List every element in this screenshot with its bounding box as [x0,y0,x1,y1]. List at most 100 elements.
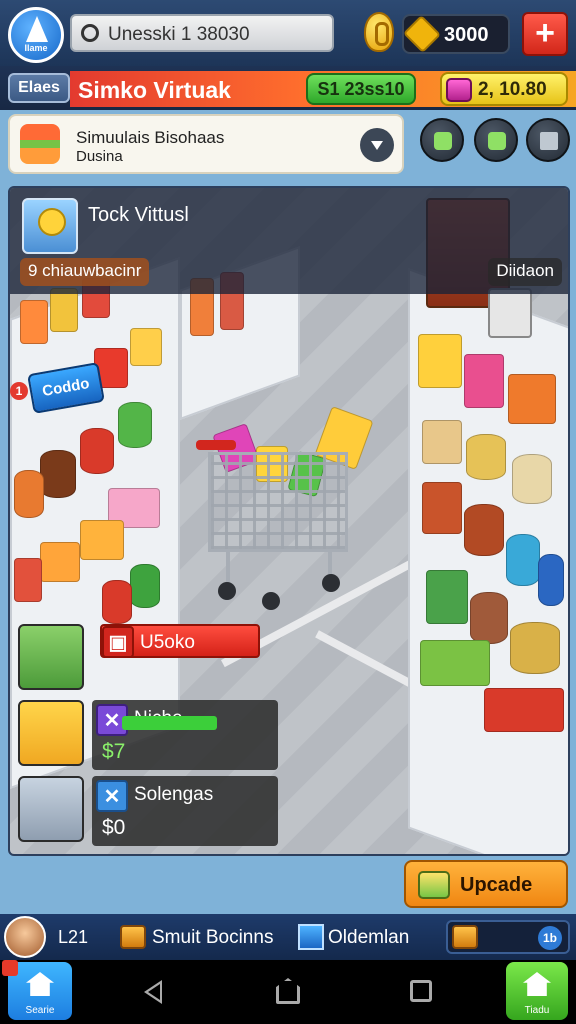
package-icon [452,925,478,949]
product-box [80,520,124,560]
nav-recents-icon[interactable] [410,980,432,1002]
product-can [470,592,508,644]
nav-back-icon[interactable] [144,980,162,1004]
back-button[interactable]: Elaes [8,73,70,103]
product-box [422,482,462,534]
alert-badge[interactable]: 1 [10,382,28,400]
cart-wheel [322,574,340,592]
burger-icon [20,124,60,164]
gem-stat-value: 2, 10.80 [478,79,547,100]
product-box [426,570,468,624]
product-can [506,534,540,586]
top-bar: Ilame Unesski 1 38030 3000 + [0,0,576,66]
product-box [464,354,504,408]
x-icon: ✕ [96,780,128,812]
game-logo-button[interactable]: Ilame [8,7,64,63]
upgrade-button[interactable]: Upcade [404,860,568,908]
product-box [40,542,80,582]
nav-home-icon[interactable] [276,978,300,1004]
pill-badge: 1b [538,926,562,950]
product-can [14,470,44,518]
upgrade-label: Upcade [460,874,533,896]
settings-round-button[interactable] [526,118,570,162]
gold-gem-icon [402,14,442,54]
home-app-label: Searie [25,1005,55,1016]
cash-stat-badge[interactable]: S1 23ss10 [306,73,416,105]
sprout-round-button[interactable] [474,118,518,162]
product-box [420,640,490,686]
search-text: Unesski 1 38030 [108,24,250,45]
task-label: U5oko [140,632,195,653]
search-input[interactable]: Unesski 1 38030 [70,14,334,52]
business-title: Simuulais Bisohaas [76,128,225,147]
bottom-item-1[interactable]: Smuit Bocinns [152,927,273,949]
veggie-basket-icon [18,700,84,766]
gem-stat-badge[interactable]: 2, 10.80 [440,72,568,106]
cart-basket [208,452,348,552]
task-value: $7 [102,740,126,763]
money-counter: 3000 [402,14,510,54]
package-icon [120,925,146,949]
product-box [422,420,462,464]
player-avatar[interactable] [22,198,78,254]
product-can [464,504,504,556]
product-box [484,688,564,732]
player-money-chip[interactable]: 9 chiauwbacinr [20,258,150,286]
product-box [14,558,42,602]
player-level: L21 [58,927,89,947]
cart-wheel [262,592,280,610]
system-nav-bar: Searie Tiadu [0,960,576,1024]
bottom-item-2[interactable]: Oldemlan [328,927,409,949]
cart-icon [18,776,84,842]
product-can [102,580,132,624]
product-can [512,454,552,504]
basket-icon [18,624,84,690]
player-header: Tock Vittusl 9 chiauwbacinr Diidaon [10,188,568,294]
player-name: Tock Vittusl [88,204,189,226]
block-icon: ▣ [102,626,134,658]
bottom-status-bar: L21 Smuit Bocinns Oldemlan 1b [0,914,576,960]
shopping-cart[interactable] [196,406,374,612]
product-can [80,428,114,474]
product-can [130,564,160,608]
upgrade-icon [418,871,450,899]
dividend-chip[interactable]: Diidaon [488,258,562,286]
product-box [130,328,162,366]
product-can [466,434,506,480]
product-box [20,300,48,344]
product-box [418,334,462,388]
logo-icon [26,16,48,42]
pink-gem-icon [446,78,472,102]
page-title: Simko Virtuak [78,77,231,103]
add-currency-button[interactable]: + [522,12,568,56]
product-box [508,374,556,424]
product-can [538,554,564,606]
notification-badge [2,960,18,976]
title-banner: Simko Virtuak [70,71,302,107]
leaf-round-button[interactable] [420,118,464,162]
player-avatar-small[interactable] [4,916,46,958]
business-subtitle: Dusina [76,148,123,165]
cart-handle [196,440,236,450]
house-icon [26,972,54,996]
grid-icon [298,924,324,950]
house-icon [523,972,551,996]
store-scene[interactable]: Coddo 1 Tock Vittusl 9 chiauwbacinr Diid… [8,186,570,856]
business-info-card[interactable]: Simuulais Bisohaas Dusina [8,114,404,174]
task-label: Solengas [134,784,214,805]
coin-icon[interactable] [364,12,394,52]
inventory-pill[interactable]: 1b [446,920,570,954]
green-app-label: Tiadu [524,1005,550,1016]
cart-wheel [218,582,236,600]
green-app-button[interactable]: Tiadu [506,962,568,1020]
product-can [510,622,560,674]
product-box [50,288,78,332]
money-value: 3000 [444,24,489,46]
product-can [118,402,152,448]
download-icon[interactable] [360,128,394,162]
product-can [40,450,76,498]
can-stack [488,288,532,338]
logo-label: Ilame [24,43,48,53]
search-icon [81,24,99,42]
task-progress-bar [122,716,217,730]
